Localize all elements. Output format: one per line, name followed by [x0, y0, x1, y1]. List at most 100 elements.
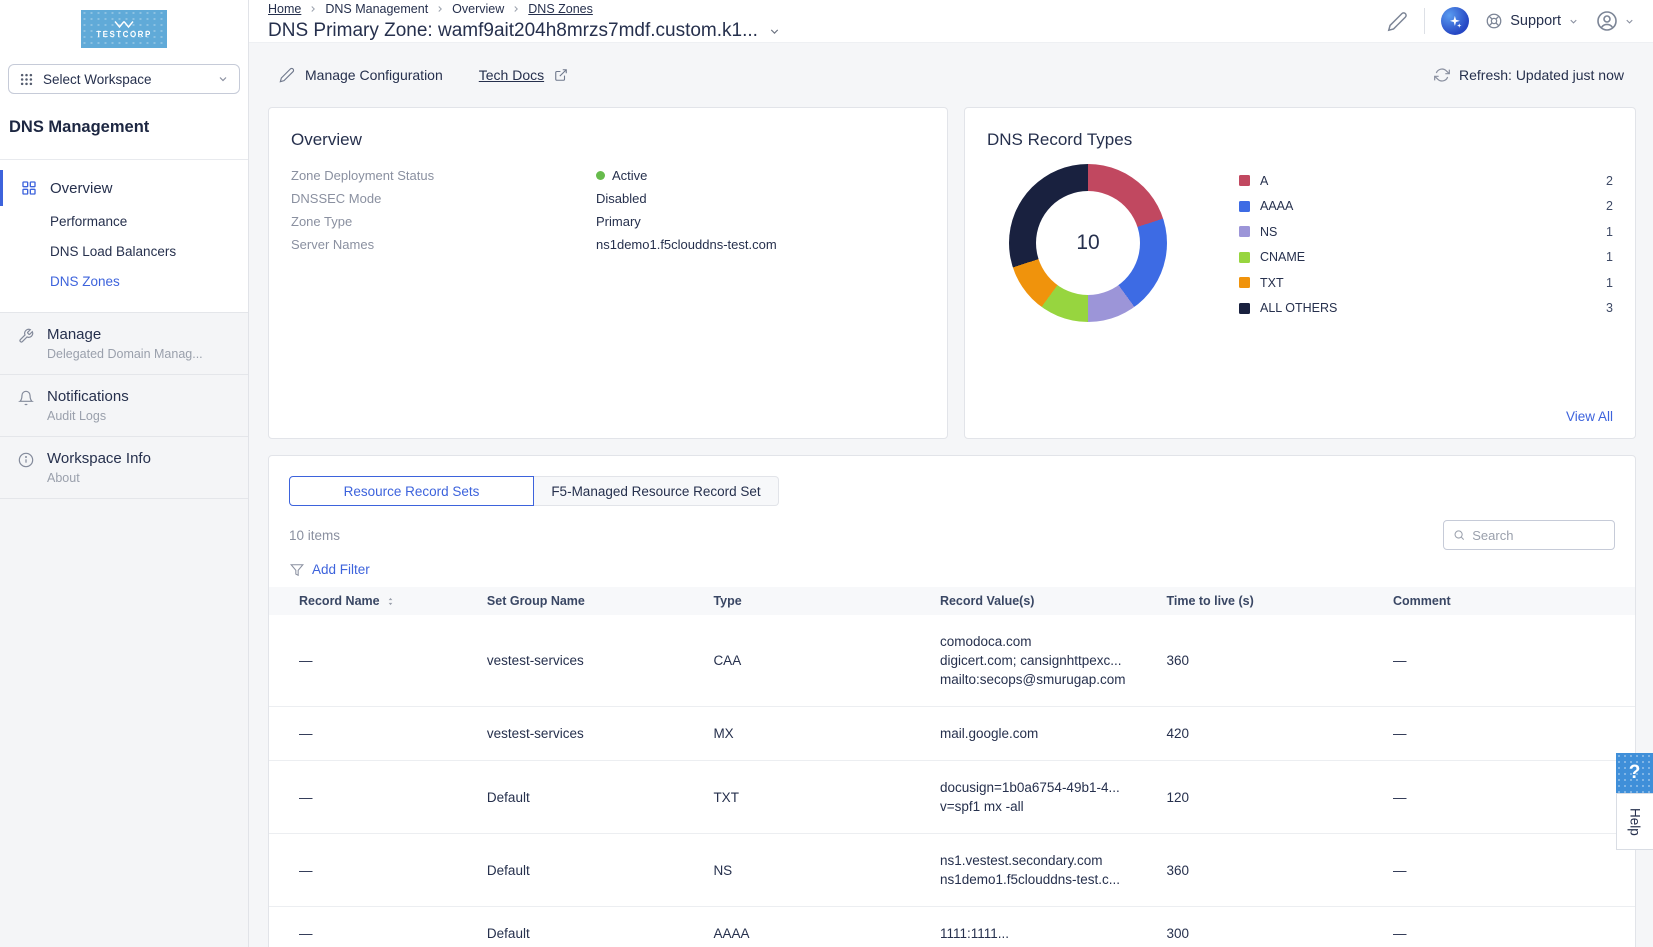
account-menu[interactable] — [1595, 9, 1635, 33]
field-value: Primary — [596, 214, 641, 229]
legend-count: 2 — [1606, 174, 1613, 188]
search-box — [1443, 520, 1615, 550]
cell-comment: — — [1381, 707, 1635, 761]
page-title: DNS Primary Zone: wamf9ait204h8mrzs7mdf.… — [268, 20, 781, 42]
workspace-selector[interactable]: Select Workspace — [8, 64, 240, 94]
overview-card-title: Overview — [291, 130, 925, 150]
record-value: v=spf1 mx -all — [940, 797, 1143, 816]
chevron-down-icon — [1568, 16, 1579, 27]
manage-configuration-label: Manage Configuration — [305, 67, 443, 83]
cell-set-group-name: vestest-services — [475, 615, 702, 707]
table-row[interactable]: — Default TXT docusign=1b0a6754-49b1-4..… — [269, 761, 1635, 834]
breadcrumb-dns-zones[interactable]: DNS Zones — [528, 2, 593, 16]
view-all-link[interactable]: View All — [1566, 409, 1613, 424]
cell-record-name: — — [269, 907, 475, 947]
filter-funnel-icon — [290, 563, 304, 577]
tech-docs-label: Tech Docs — [479, 67, 544, 83]
tech-docs-link[interactable]: Tech Docs — [479, 67, 568, 83]
cell-record-values: comodoca.com digicert.com; cansignhttpex… — [928, 615, 1155, 707]
sidebar-item-dns-load-balancers[interactable]: DNS Load Balancers — [0, 236, 248, 266]
chevron-down-icon — [1624, 16, 1635, 27]
cell-set-group-name: Default — [475, 834, 702, 907]
cell-record-name: — — [269, 707, 475, 761]
table-row[interactable]: — Default NS ns1.vestest.secondary.com n… — [269, 834, 1635, 907]
sidebar-item-dns-zones[interactable]: DNS Zones — [0, 266, 248, 296]
breadcrumb-dns-management[interactable]: DNS Management — [325, 2, 428, 16]
legend-swatch — [1239, 252, 1250, 263]
field-value: Active — [596, 168, 647, 183]
search-input[interactable] — [1472, 528, 1605, 543]
column-record-name: Record Name — [269, 587, 475, 615]
main-area: Home DNS Management Overview DNS Zones D… — [249, 0, 1653, 947]
chevron-right-icon — [511, 4, 521, 14]
breadcrumb-overview[interactable]: Overview — [452, 2, 504, 16]
theme-brush-button[interactable] — [1387, 11, 1408, 32]
manage-configuration-button[interactable]: Manage Configuration — [279, 67, 443, 83]
table-row[interactable]: — vestest-services CAA comodoca.com digi… — [269, 615, 1635, 707]
sidebar-item-overview[interactable]: Overview — [0, 170, 248, 206]
column-type: Type — [701, 587, 928, 615]
add-filter-button[interactable]: Add Filter — [290, 562, 1615, 577]
refresh-label: Refresh: Updated just now — [1459, 67, 1624, 83]
table-row[interactable]: — vestest-services MX mail.google.com 42… — [269, 707, 1635, 761]
field-value: Disabled — [596, 191, 647, 206]
support-menu[interactable]: Support — [1485, 12, 1579, 30]
field-label: Zone Type — [291, 214, 596, 229]
ai-assistant-button[interactable] — [1441, 7, 1469, 35]
status-dot — [596, 171, 605, 180]
cell-comment: — — [1381, 615, 1635, 707]
tab-resource-record-sets[interactable]: Resource Record Sets — [289, 476, 534, 506]
top-header: Home DNS Management Overview DNS Zones D… — [249, 0, 1653, 43]
sidebar-title: DNS Management — [9, 118, 248, 137]
header-divider — [1424, 8, 1425, 34]
record-value: 1111:1111... — [940, 924, 1143, 943]
legend-count: 1 — [1606, 250, 1613, 264]
cell-ttl: 300 — [1154, 907, 1381, 947]
help-button[interactable]: ? — [1616, 753, 1653, 793]
legend-count: 2 — [1606, 199, 1613, 213]
column-ttl: Time to live (s) — [1154, 587, 1381, 615]
refresh-icon — [1434, 67, 1450, 83]
sidebar-item-performance[interactable]: Performance — [0, 206, 248, 236]
wrench-icon — [18, 328, 34, 344]
record-value: docusign=1b0a6754-49b1-4... — [940, 778, 1143, 797]
external-link-icon — [554, 68, 568, 82]
paintbrush-icon — [1387, 11, 1408, 32]
cell-set-group-name: Default — [475, 907, 702, 947]
testcorp-logo: TESTCORP — [81, 10, 167, 48]
cell-record-values: ns1.vestest.secondary.com ns1demo1.f5clo… — [928, 834, 1155, 907]
records-table: Record Name Set Group Name Type Record V… — [269, 587, 1635, 947]
legend-label: NS — [1260, 225, 1277, 239]
add-filter-label: Add Filter — [312, 562, 370, 577]
column-label: Record Name — [299, 594, 380, 608]
title-chevron-down-icon[interactable] — [768, 25, 781, 38]
items-count: 10 items — [289, 528, 340, 543]
tab-f5-managed-resource-record-set[interactable]: F5-Managed Resource Record Set — [534, 476, 779, 506]
field-label: DNSSEC Mode — [291, 191, 596, 206]
sidebar: TESTCORP Select Workspace DNS Management… — [0, 0, 249, 947]
help-tab[interactable]: Help — [1616, 793, 1653, 850]
sidebar-item-notifications[interactable]: Notifications Audit Logs — [0, 375, 248, 437]
chevron-right-icon — [308, 4, 318, 14]
grid-dots-icon — [19, 72, 34, 87]
sidebar-section-label: Notifications — [47, 388, 129, 405]
table-row[interactable]: — Default AAAA 1111:1111... 300 — — [269, 907, 1635, 947]
sort-icon[interactable] — [385, 596, 396, 607]
cell-record-name: — — [269, 834, 475, 907]
search-icon — [1453, 528, 1465, 542]
legend-swatch — [1239, 201, 1250, 212]
legend-swatch — [1239, 226, 1250, 237]
sidebar-section-label: Workspace Info — [47, 450, 151, 467]
legend-item: ALL OTHERS 3 — [1239, 296, 1613, 322]
legend-count: 1 — [1606, 225, 1613, 239]
refresh-button[interactable]: Refresh: Updated just now — [1434, 67, 1624, 83]
record-value: comodoca.com — [940, 632, 1143, 651]
sidebar-item-manage[interactable]: Manage Delegated Domain Manag... — [0, 313, 248, 375]
sidebar-item-workspace-info[interactable]: Workspace Info About — [0, 437, 248, 499]
breadcrumb-home[interactable]: Home — [268, 2, 301, 16]
sidebar-item-label: Overview — [50, 180, 113, 197]
donut-total: 10 — [1036, 191, 1140, 295]
cell-record-values: 1111:1111... — [928, 907, 1155, 947]
legend-count: 1 — [1606, 276, 1613, 290]
legend-label: A — [1260, 174, 1268, 188]
